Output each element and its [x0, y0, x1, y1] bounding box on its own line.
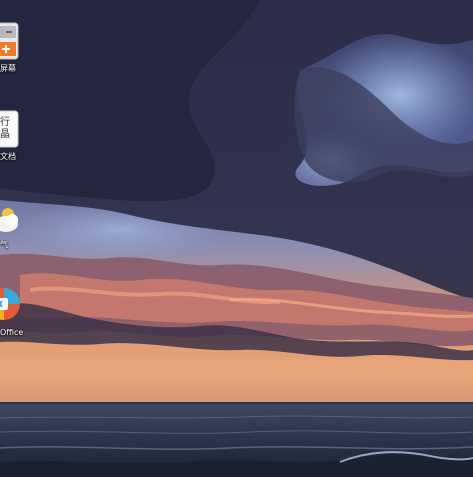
weather-cloud-icon	[0, 208, 18, 232]
desktop: 屏幕 行 晶 文档 气 Office	[0, 0, 473, 477]
document-tile-text-top: 行	[0, 117, 10, 128]
document-tile-text-bottom: 晶	[0, 129, 10, 140]
desktop-wallpaper	[0, 0, 473, 477]
document-icon-label: 文档	[0, 152, 16, 161]
calculator-icon	[0, 22, 19, 60]
weather-desktop-icon[interactable]: 气	[0, 200, 30, 252]
calculator-desktop-icon[interactable]: 屏幕	[0, 20, 30, 76]
office-icon-label: Office	[0, 328, 24, 337]
document-desktop-icon[interactable]: 行 晶 文档	[0, 108, 30, 164]
office-app-icon	[0, 288, 20, 320]
office-desktop-icon[interactable]: Office	[0, 284, 30, 340]
calculator-icon-label: 屏幕	[0, 64, 16, 73]
weather-icon-label: 气	[0, 240, 8, 249]
